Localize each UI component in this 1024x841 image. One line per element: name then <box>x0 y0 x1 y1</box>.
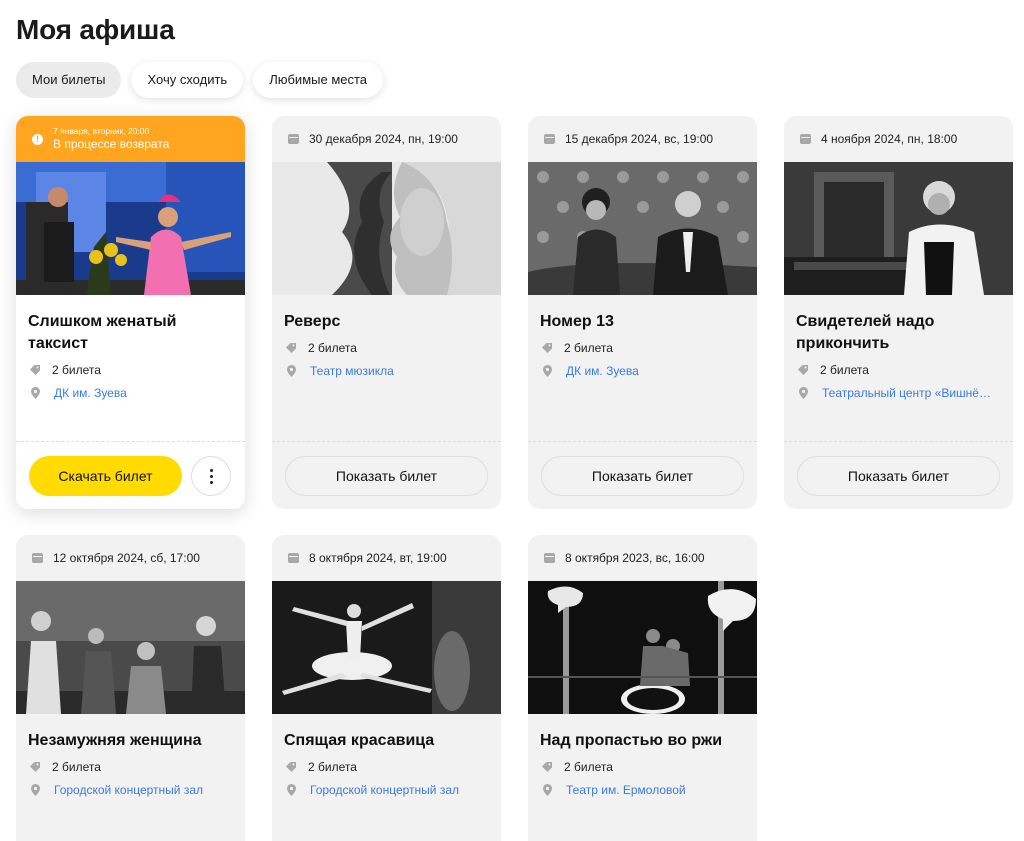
venue-link[interactable]: ДК им. Зуева <box>566 364 639 378</box>
event-card[interactable]: 12 октября 2024, сб, 17:00 Незамужняя же… <box>16 535 245 841</box>
ticket-count: 2 билета <box>308 340 357 355</box>
event-poster[interactable] <box>528 581 757 714</box>
tab-favorite-places[interactable]: Любимые места <box>253 62 384 98</box>
ticket-count: 2 билета <box>52 362 101 377</box>
ticket-tag-icon <box>542 762 552 772</box>
event-date: 7 января, вторник, 20:00 <box>53 126 150 136</box>
venue-link[interactable]: ДК им. Зуева <box>54 386 127 400</box>
location-pin-icon <box>543 784 552 796</box>
card-divider <box>528 441 757 442</box>
page-title: Моя афиша <box>16 14 175 45</box>
tabs: Мои билеты Хочу сходить Любимые места <box>16 62 384 98</box>
more-options-button[interactable] <box>191 456 231 496</box>
venue-link[interactable]: Театр им. Ермоловой <box>566 783 686 797</box>
event-card[interactable]: 15 декабря 2024, вс, 19:00 Номер 13 2 би… <box>528 116 757 509</box>
event-card[interactable]: 30 декабря 2024, пн, 19:00 Реверс 2 биле… <box>272 116 501 509</box>
event-poster[interactable] <box>272 162 501 295</box>
event-poster[interactable] <box>272 581 501 714</box>
event-title[interactable]: Над пропастью во ржи <box>540 730 745 752</box>
ticket-count: 2 билета <box>52 759 101 774</box>
event-card[interactable]: 8 октября 2023, вс, 16:00 Над пропастью … <box>528 535 757 841</box>
event-card[interactable]: 4 ноября 2024, пн, 18:00 Свидетелей надо… <box>784 116 1013 509</box>
event-card[interactable]: ! 7 января, вторник, 20:00 В процессе во… <box>16 116 245 509</box>
calendar-icon <box>32 553 43 563</box>
event-date: 12 октября 2024, сб, 17:00 <box>53 551 200 565</box>
event-poster[interactable] <box>528 162 757 295</box>
ticket-count: 2 билета <box>564 759 613 774</box>
event-date: 30 декабря 2024, пн, 19:00 <box>309 132 458 146</box>
event-poster[interactable] <box>784 162 1013 295</box>
ticket-tag-icon <box>286 343 296 353</box>
ticket-count: 2 билета <box>308 759 357 774</box>
location-pin-icon <box>31 784 40 796</box>
ticket-tag-icon <box>542 343 552 353</box>
event-date: 15 декабря 2024, вс, 19:00 <box>565 132 714 146</box>
calendar-icon <box>544 553 555 563</box>
card-divider <box>16 441 245 442</box>
event-date: 4 ноября 2024, пн, 18:00 <box>821 132 958 146</box>
ticket-tag-icon <box>30 762 40 772</box>
more-vertical-icon <box>210 469 213 472</box>
show-ticket-button[interactable]: Показать билет <box>797 456 1000 496</box>
event-card[interactable]: 8 октября 2024, вт, 19:00 Спящая красави… <box>272 535 501 841</box>
return-status-banner: ! 7 января, вторник, 20:00 В процессе во… <box>16 116 245 162</box>
location-pin-icon <box>543 365 552 377</box>
event-title[interactable]: Номер 13 <box>540 311 745 333</box>
tab-want-to-go[interactable]: Хочу сходить <box>131 62 244 98</box>
info-icon: ! <box>32 133 43 145</box>
event-date: 8 октября 2024, вт, 19:00 <box>309 551 447 565</box>
event-title[interactable]: Незамужняя женщина <box>28 730 233 752</box>
event-title[interactable]: Свидетелей надо прикончить <box>796 311 1001 355</box>
venue-link[interactable]: Городской концертный зал <box>310 783 459 797</box>
location-pin-icon <box>287 365 296 377</box>
event-title[interactable]: Спящая красавица <box>284 730 489 752</box>
ticket-tag-icon <box>286 762 296 772</box>
event-poster[interactable] <box>16 581 245 714</box>
location-pin-icon <box>31 387 40 399</box>
location-pin-icon <box>287 784 296 796</box>
card-divider <box>272 441 501 442</box>
ticket-tag-icon <box>30 365 40 375</box>
ticket-count: 2 билета <box>820 362 869 377</box>
download-ticket-button[interactable]: Скачать билет <box>29 456 182 496</box>
ticket-tag-icon <box>798 365 808 375</box>
event-date: 8 октября 2023, вс, 16:00 <box>565 551 705 565</box>
venue-link[interactable]: Городской концертный зал <box>54 783 203 797</box>
return-status-text: В процессе возврата <box>53 137 170 151</box>
card-divider <box>784 441 1013 442</box>
tab-my-tickets[interactable]: Мои билеты <box>16 62 122 98</box>
location-pin-icon <box>799 387 808 399</box>
venue-link[interactable]: Театральный центр «Вишнёвы... <box>822 386 997 400</box>
calendar-icon <box>800 134 811 144</box>
calendar-icon <box>288 134 299 144</box>
event-title[interactable]: Реверс <box>284 311 489 333</box>
calendar-icon <box>544 134 555 144</box>
calendar-icon <box>288 553 299 563</box>
show-ticket-button[interactable]: Показать билет <box>541 456 744 496</box>
event-poster[interactable] <box>16 162 245 295</box>
ticket-count: 2 билета <box>564 340 613 355</box>
event-title[interactable]: Слишком женатый таксист <box>28 311 233 355</box>
venue-link[interactable]: Театр мюзикла <box>310 364 394 378</box>
show-ticket-button[interactable]: Показать билет <box>285 456 488 496</box>
